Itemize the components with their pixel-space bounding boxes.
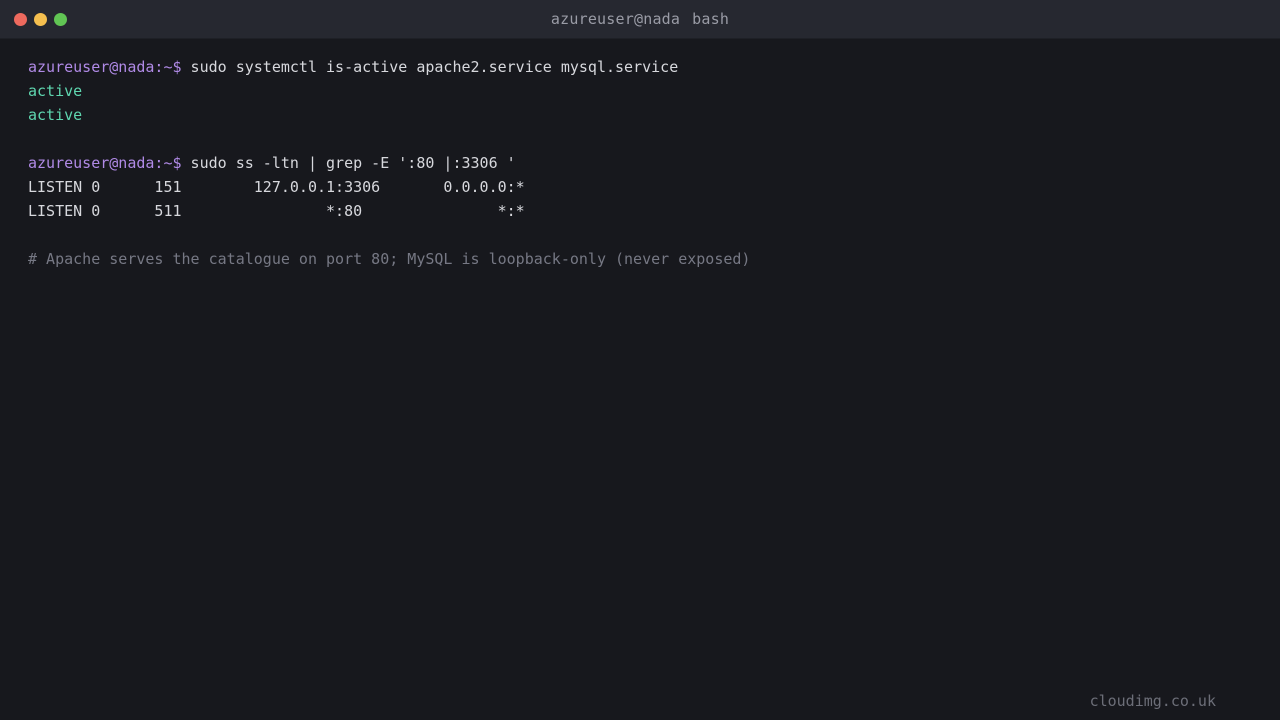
output-line: active <box>28 82 83 100</box>
output-line: active <box>28 106 83 124</box>
window-title: azureuser@nada bash <box>0 0 1280 39</box>
command-text: sudo ss -ltn | grep -E ':80 |:3306 ' <box>181 154 516 172</box>
shell-prompt: azureuser@nada:~$ <box>28 154 182 172</box>
command-text: sudo systemctl is-active apache2.service… <box>181 58 679 76</box>
output-line: LISTEN 0 151 127.0.0.1:3306 0.0.0.0:* <box>28 178 525 196</box>
watermark: cloudimg.co.uk <box>1089 692 1216 710</box>
window-titlebar: azureuser@nada bash <box>0 0 1280 39</box>
command-line: azureuser@nada:~$ sudo systemctl is-acti… <box>28 55 1258 79</box>
output-line: LISTEN 0 511 *:80 *:* <box>28 202 525 220</box>
terminal-output[interactable]: azureuser@nada:~$ sudo systemctl is-acti… <box>28 55 1258 271</box>
window-title-user-host: azureuser@nada <box>550 10 681 28</box>
comment-line: # Apache serves the catalogue on port 80… <box>28 250 751 268</box>
window-title-shell: bash <box>692 10 730 28</box>
command-line: azureuser@nada:~$ sudo ss -ltn | grep -E… <box>28 151 1258 175</box>
shell-prompt: azureuser@nada:~$ <box>28 58 182 76</box>
